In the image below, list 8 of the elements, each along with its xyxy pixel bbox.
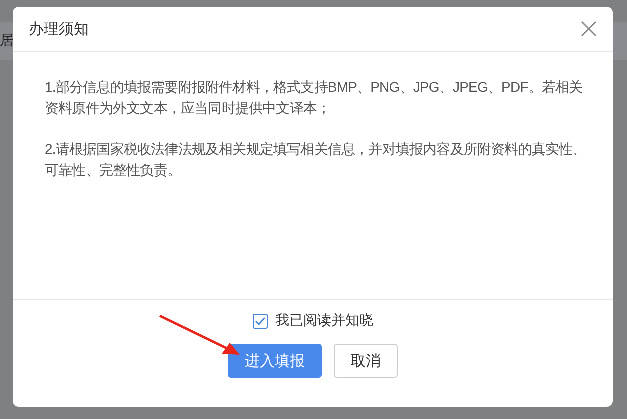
dialog-title: 办理须知	[29, 20, 89, 38]
close-icon[interactable]	[581, 21, 597, 37]
cancel-button[interactable]: 取消	[334, 344, 398, 378]
notice-paragraph: 1.部分信息的填报需要附报附件材料，格式支持BMP、PNG、JPG、JPEG、PDF。若相关资料原件为外文文本，应当同时提供中文译本；	[45, 78, 584, 118]
checkbox[interactable]	[252, 314, 268, 328]
notice-paragraph: 2.请根据国家税收法律法规及相关规定填写相关信息，并对填报内容及所附资料的真实性、可靠性、完整性负责。	[45, 140, 588, 180]
checkbox-label: 我已阅读并知晓	[276, 312, 374, 330]
background-text: 居	[0, 32, 14, 50]
